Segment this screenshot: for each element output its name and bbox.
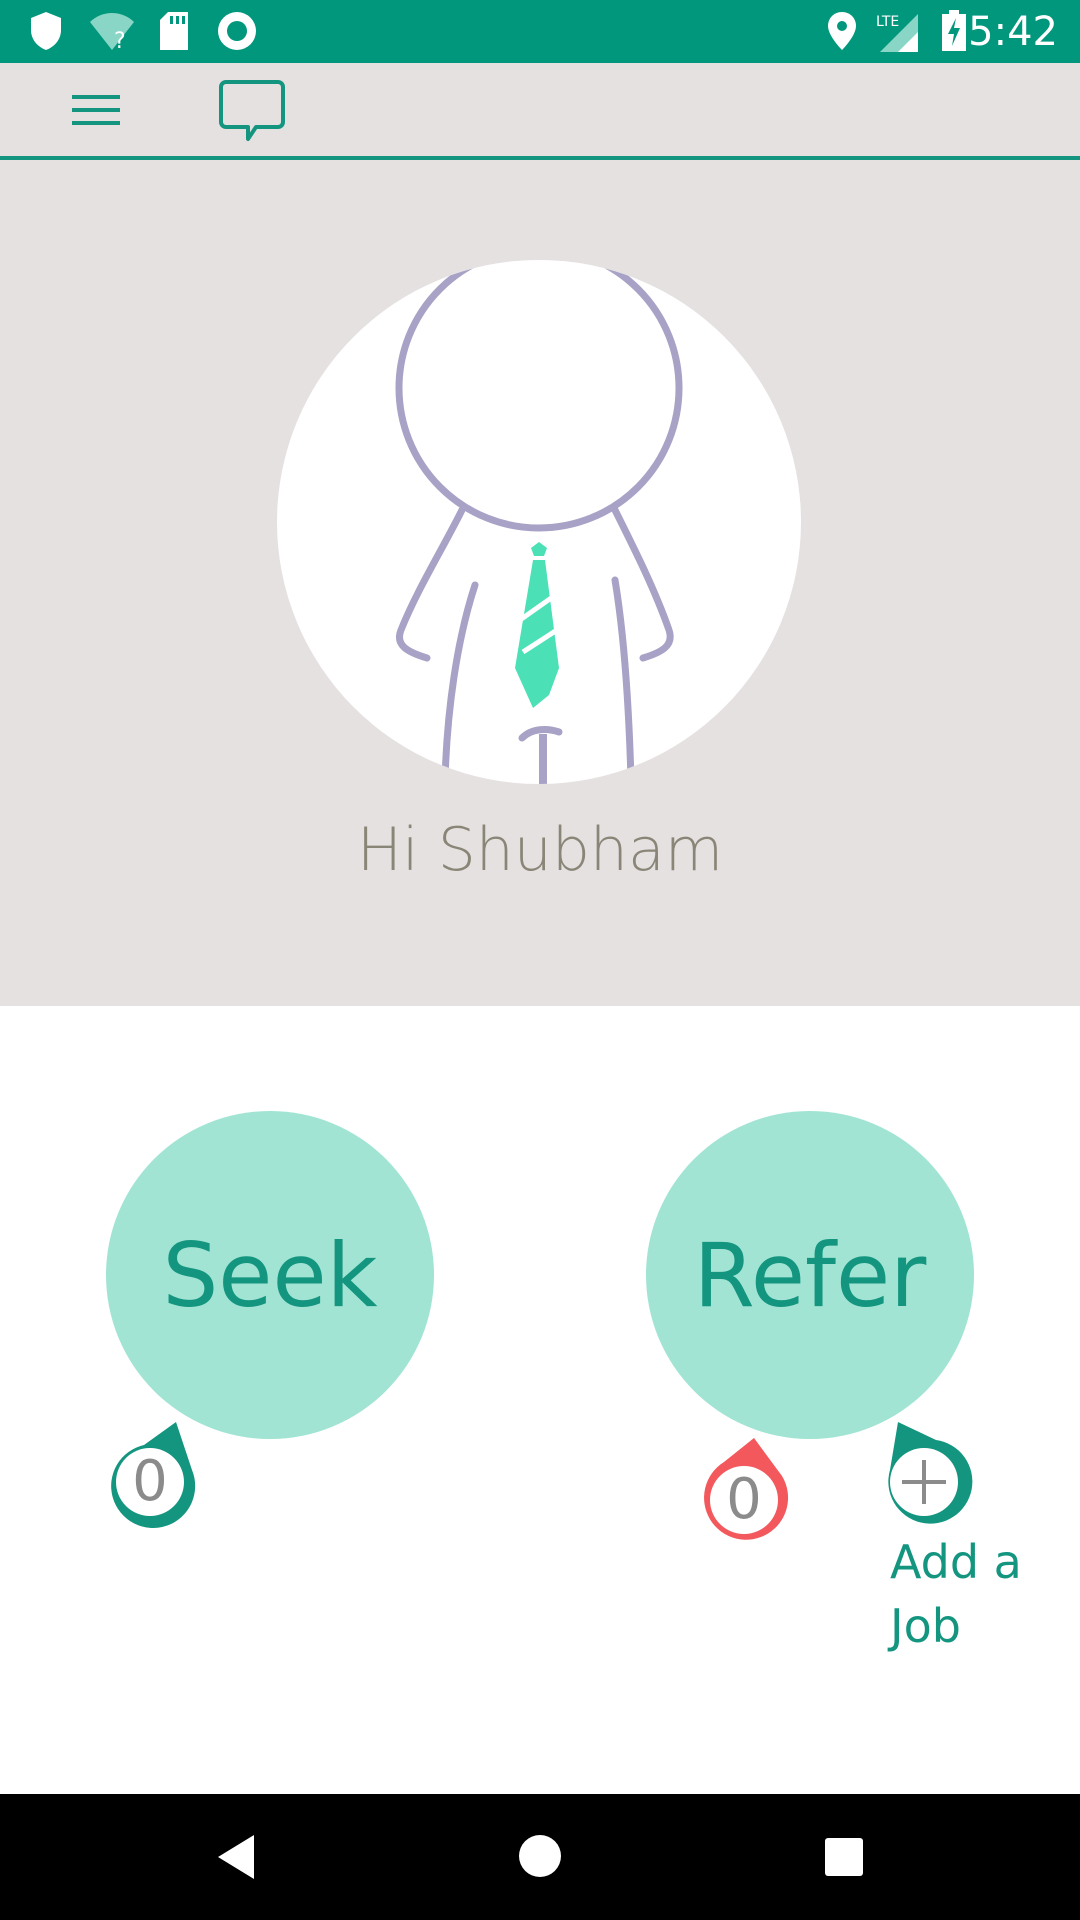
add-job-line1: Add a [890, 1535, 1022, 1589]
lte-label: LTE [876, 14, 899, 30]
refer-button[interactable]: Refer [646, 1111, 974, 1439]
seek-count: 0 [132, 1449, 168, 1514]
record-icon [216, 10, 258, 57]
recents-icon[interactable] [824, 1837, 864, 1882]
status-bar: ? LTE 5:42 [0, 0, 1080, 63]
status-time: 5:42 [968, 9, 1058, 55]
location-icon [826, 10, 858, 57]
lte-signal-icon: LTE [876, 10, 920, 59]
add-job-label[interactable]: Add a Job [890, 1530, 1070, 1658]
wifi-question-icon: ? [88, 10, 136, 57]
home-icon[interactable] [518, 1834, 562, 1883]
back-icon[interactable] [214, 1833, 258, 1886]
svg-text:?: ? [114, 29, 126, 52]
refer-count: 0 [726, 1467, 762, 1532]
avatar-illustration [395, 260, 683, 784]
refer-label: Refer [693, 1223, 927, 1327]
chat-icon[interactable] [218, 78, 286, 149]
refer-count-badge[interactable]: 0 [698, 1436, 798, 1546]
add-job-line2: Job [890, 1599, 961, 1653]
add-job-button[interactable] [878, 1418, 978, 1528]
menu-icon[interactable] [70, 90, 122, 135]
seek-label: Seek [162, 1223, 378, 1327]
seek-count-badge[interactable]: 0 [104, 1418, 204, 1528]
greeting-text: Hi Shubham [356, 815, 724, 885]
battery-charging-icon [940, 10, 968, 57]
seek-button[interactable]: Seek [106, 1111, 434, 1439]
toolbar [0, 63, 1080, 160]
shield-icon [28, 10, 64, 57]
sd-card-icon [158, 10, 190, 57]
profile-header: Hi Shubham [0, 160, 1080, 1006]
avatar[interactable] [277, 260, 801, 784]
navigation-bar [0, 1794, 1080, 1920]
